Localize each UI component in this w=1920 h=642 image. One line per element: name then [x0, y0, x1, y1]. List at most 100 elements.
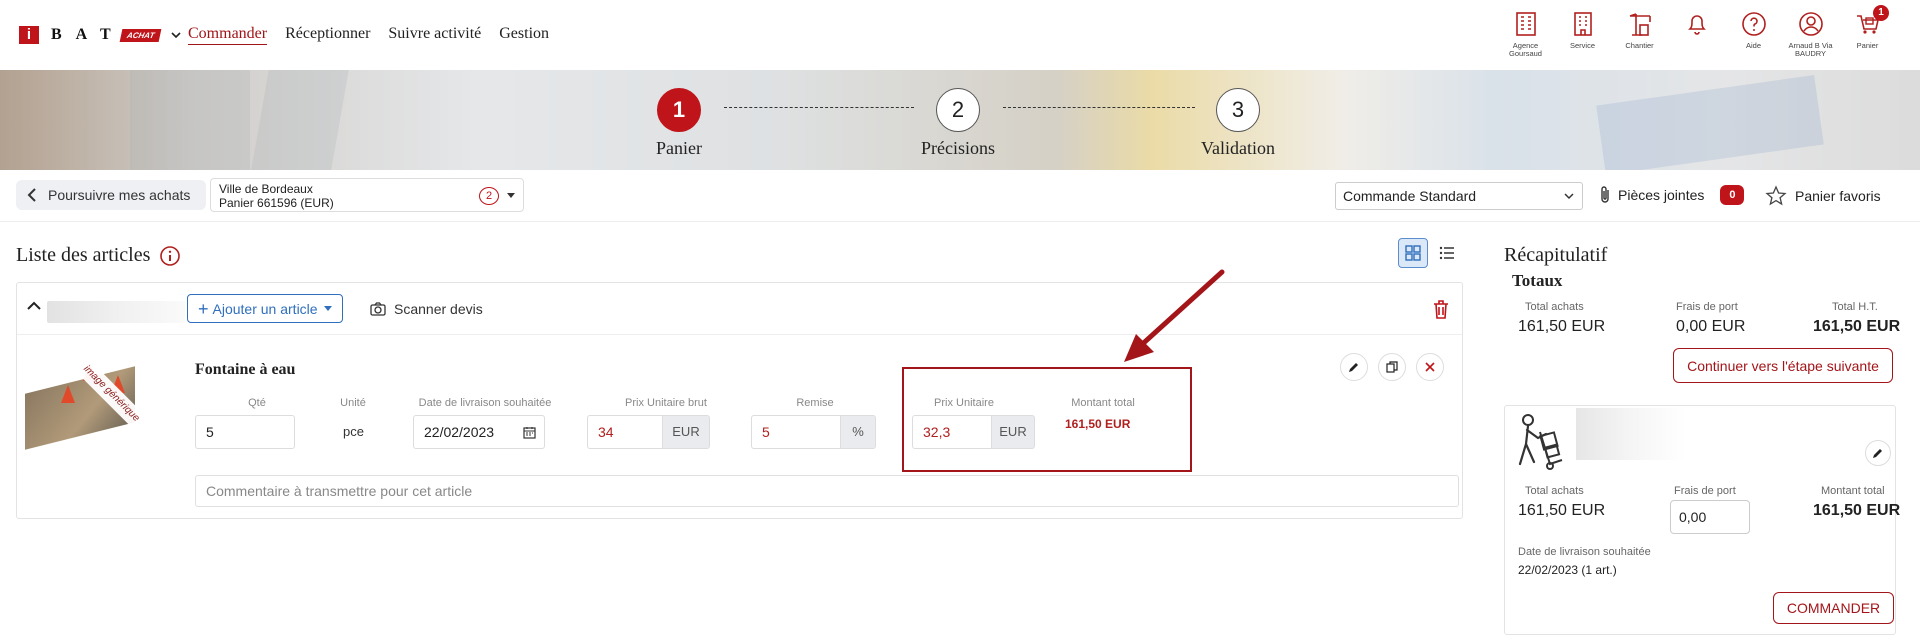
chantier-label: Chantier [1625, 41, 1654, 50]
chevron-down-icon [1564, 193, 1574, 200]
paperclip-icon [1601, 186, 1609, 203]
total-purchases-value: 161,50 EUR [1518, 318, 1606, 335]
shipping-value: 0,00 EUR [1676, 318, 1746, 335]
order-button[interactable]: COMMANDER [1773, 592, 1894, 624]
pencil-icon [1349, 363, 1358, 372]
close-icon [1425, 362, 1435, 372]
agence-button[interactable]: Agence Goursaud [1497, 10, 1554, 58]
info-icon[interactable] [160, 245, 181, 266]
edit-button[interactable] [1340, 353, 1368, 381]
discount-input[interactable]: 5 [751, 415, 841, 449]
app-logo[interactable]: i BAT ACHAT [19, 26, 182, 44]
discount-unit: % [840, 415, 876, 449]
nav-commander[interactable]: Commander [188, 25, 268, 45]
chevron-down-icon[interactable] [170, 29, 182, 41]
cart-toolbar: Poursuivre mes achats Ville de Bordeaux … [0, 170, 1920, 222]
favorites-button[interactable]: Panier favoris [1765, 185, 1881, 207]
redacted-supplier [47, 301, 185, 323]
article-group-card: + Ajouter un article Scanner devis image… [16, 282, 1463, 519]
crane-icon [1629, 13, 1651, 36]
list-icon [1439, 246, 1454, 260]
edit-supplier-button[interactable] [1865, 440, 1891, 466]
supplier-total-purchases-label: Total achats [1525, 485, 1584, 497]
gross-price-label: Prix Unitaire brut [625, 397, 707, 409]
nav-suivre-activite[interactable]: Suivre activité [388, 25, 481, 45]
supplier-shipping-input[interactable]: 0,00 [1670, 500, 1750, 534]
total-ht-value: 161,50 EUR [1813, 318, 1901, 335]
remove-button[interactable] [1416, 353, 1444, 381]
unit-label: Unité [340, 397, 366, 409]
cart-button[interactable]: 1 Panier [1839, 5, 1896, 58]
step-label: Précisions [921, 138, 995, 158]
cart-selector[interactable]: Ville de Bordeaux Panier 661596 (EUR) 2 [210, 178, 524, 212]
view-toggle [1398, 238, 1462, 268]
step-validation[interactable]: 3 Validation [1178, 88, 1298, 159]
shipping-label: Frais de port [1676, 301, 1738, 313]
order-type-select[interactable]: Commande Standard [1335, 182, 1583, 210]
caret-down-icon [323, 306, 332, 311]
step-number: 1 [657, 88, 701, 132]
gross-currency: EUR [662, 415, 710, 449]
step-panier[interactable]: 1 Panier [619, 88, 739, 159]
cone-shape [61, 385, 75, 403]
user-icon [1798, 12, 1823, 36]
trash-icon[interactable] [1430, 298, 1452, 320]
caret-down-icon [507, 193, 515, 198]
supplier-total-purchases-value: 161,50 EUR [1518, 502, 1606, 519]
discount-label: Remise [796, 397, 834, 409]
duplicate-button[interactable] [1378, 353, 1406, 381]
date-label: Date de livraison souhaitée [418, 397, 552, 409]
continue-next-step-button[interactable]: Continuer vers l'étape suivante [1673, 348, 1893, 383]
order-type-value: Commande Standard [1343, 188, 1477, 204]
chevron-up-icon[interactable] [27, 299, 41, 313]
delivery-date-value: 22/02/2023 [424, 424, 495, 440]
scan-quote-label: Scanner devis [394, 301, 483, 317]
attachments-button[interactable]: Pièces jointes 0 [1598, 185, 1745, 205]
article-comment-input[interactable]: Commentaire à transmettre pour cet artic… [195, 475, 1459, 507]
step-precisions[interactable]: 2 Précisions [898, 88, 1018, 159]
qty-label: Qté [248, 397, 266, 409]
help-button[interactable]: Aide [1725, 10, 1782, 58]
delivery-date-input[interactable]: 22/02/2023 [413, 415, 545, 449]
notifications-button[interactable] [1668, 10, 1725, 58]
article-group-header: + Ajouter un article Scanner devis [17, 283, 1462, 335]
row-actions [1340, 353, 1444, 381]
total-ht-label: Total H.T. [1832, 301, 1878, 313]
favorites-label: Panier favoris [1795, 188, 1881, 204]
add-article-button[interactable]: + Ajouter un article [187, 294, 343, 323]
cart-label: Panier [1856, 41, 1879, 50]
recap-title: Récapitulatif [1504, 244, 1608, 266]
chantier-button[interactable]: Chantier [1611, 10, 1668, 58]
delivery-person-icon [1518, 414, 1563, 470]
building-icon [1515, 12, 1536, 36]
camera-icon [370, 302, 386, 316]
copy-icon [1386, 361, 1398, 373]
step-connector [1003, 107, 1195, 108]
grid-view-button[interactable] [1398, 238, 1428, 268]
qty-input[interactable]: 5 [195, 415, 295, 449]
nav-gestion[interactable]: Gestion [499, 25, 549, 45]
step-label: Validation [1201, 138, 1275, 158]
plus-icon: + [198, 298, 209, 319]
attachments-label: Pièces jointes [1618, 187, 1705, 203]
gross-price-input[interactable]: 34 [587, 415, 663, 449]
nav-receptionner[interactable]: Réceptionner [285, 25, 370, 45]
redacted-supplier-name [1576, 408, 1686, 460]
continue-shopping-button[interactable]: Poursuivre mes achats [16, 180, 207, 210]
office-icon [1573, 12, 1592, 36]
account-button[interactable]: Arnaud B Via BAUDRY [1782, 10, 1839, 58]
pencil-icon [1873, 449, 1882, 458]
unit-value: pce [343, 424, 364, 439]
main-nav: Commander Réceptionner Suivre activité G… [188, 25, 549, 45]
product-name: Fontaine à eau [195, 361, 296, 378]
chevron-left-icon [27, 188, 36, 202]
agence-label: Agence Goursaud [1509, 41, 1542, 58]
arrow-annotation-icon [1124, 269, 1225, 362]
scan-quote-button[interactable]: Scanner devis [370, 301, 483, 317]
calendar-icon[interactable] [523, 426, 536, 439]
top-bar: i BAT ACHAT Commander Réceptionner Suivr… [0, 0, 1920, 70]
add-article-label: Ajouter un article [212, 300, 318, 317]
supplier-total-label: Montant total [1821, 485, 1885, 497]
service-button[interactable]: Service [1554, 10, 1611, 58]
list-view-button[interactable] [1432, 238, 1462, 268]
